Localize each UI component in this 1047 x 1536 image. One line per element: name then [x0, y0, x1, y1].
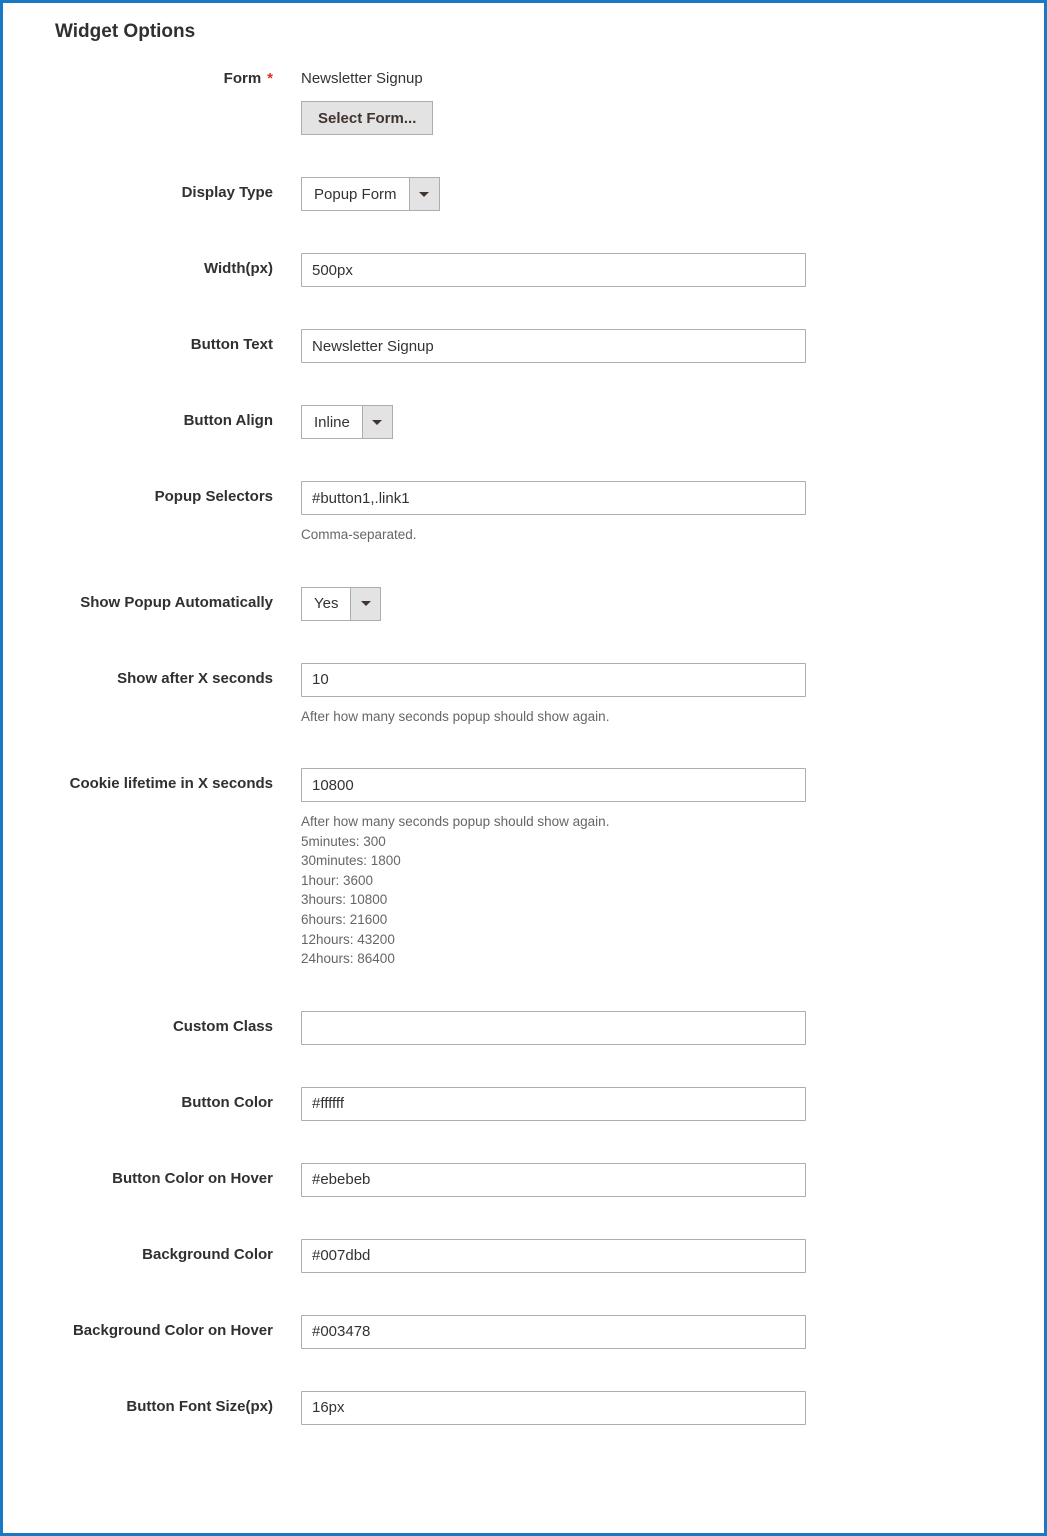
form-selected-value: Newsletter Signup: [301, 63, 992, 87]
label-button-text: Button Text: [55, 329, 301, 353]
label-button-font-size: Button Font Size(px): [55, 1391, 301, 1415]
row-width: Width(px): [55, 253, 992, 287]
show-auto-value: Yes: [302, 588, 350, 620]
row-button-align: Button Align Inline: [55, 405, 992, 439]
button-color-hover-input[interactable]: [301, 1163, 806, 1197]
row-background-color-hover: Background Color on Hover: [55, 1315, 992, 1349]
label-button-color-hover: Button Color on Hover: [55, 1163, 301, 1187]
cookie-lifetime-help: After how many seconds popup should show…: [301, 812, 992, 969]
row-custom-class: Custom Class: [55, 1011, 992, 1045]
row-display-type: Display Type Popup Form: [55, 177, 992, 211]
label-width: Width(px): [55, 253, 301, 277]
label-button-align: Button Align: [55, 405, 301, 429]
required-indicator: *: [267, 70, 273, 87]
row-form-button: Select Form...: [55, 101, 992, 135]
row-button-color-hover: Button Color on Hover: [55, 1163, 992, 1197]
label-background-color-hover: Background Color on Hover: [55, 1315, 301, 1339]
label-background-color: Background Color: [55, 1239, 301, 1263]
row-background-color: Background Color: [55, 1239, 992, 1273]
row-cookie-lifetime: Cookie lifetime in X seconds After how m…: [55, 768, 992, 969]
label-popup-selectors: Popup Selectors: [55, 481, 301, 505]
label-show-auto: Show Popup Automatically: [55, 587, 301, 611]
label-show-after: Show after X seconds: [55, 663, 301, 687]
select-form-button[interactable]: Select Form...: [301, 101, 433, 135]
button-align-select[interactable]: Inline: [301, 405, 393, 439]
popup-selectors-help: Comma-separated.: [301, 525, 992, 545]
show-auto-select[interactable]: Yes: [301, 587, 381, 621]
popup-selectors-input[interactable]: [301, 481, 806, 515]
chevron-down-icon: [409, 178, 439, 210]
display-type-value: Popup Form: [302, 178, 409, 210]
chevron-down-icon: [350, 588, 380, 620]
row-button-font-size: Button Font Size(px): [55, 1391, 992, 1425]
chevron-down-icon: [362, 406, 392, 438]
label-button-color: Button Color: [55, 1087, 301, 1111]
button-text-input[interactable]: [301, 329, 806, 363]
row-button-text: Button Text: [55, 329, 992, 363]
show-after-help: After how many seconds popup should show…: [301, 707, 992, 727]
label-cookie-lifetime: Cookie lifetime in X seconds: [55, 768, 301, 792]
widget-options-panel: Widget Options Form* Newsletter Signup S…: [0, 0, 1047, 1536]
button-font-size-input[interactable]: [301, 1391, 806, 1425]
background-color-input[interactable]: [301, 1239, 806, 1273]
label-form: Form*: [55, 63, 301, 87]
custom-class-input[interactable]: [301, 1011, 806, 1045]
label-display-type: Display Type: [55, 177, 301, 201]
button-color-input[interactable]: [301, 1087, 806, 1121]
width-input[interactable]: [301, 253, 806, 287]
background-color-hover-input[interactable]: [301, 1315, 806, 1349]
show-after-input[interactable]: [301, 663, 806, 697]
button-align-value: Inline: [302, 406, 362, 438]
section-title: Widget Options: [55, 21, 992, 43]
label-custom-class: Custom Class: [55, 1011, 301, 1035]
display-type-select[interactable]: Popup Form: [301, 177, 440, 211]
row-form: Form* Newsletter Signup: [55, 63, 992, 87]
row-button-color: Button Color: [55, 1087, 992, 1121]
row-popup-selectors: Popup Selectors Comma-separated.: [55, 481, 992, 545]
cookie-lifetime-input[interactable]: [301, 768, 806, 802]
row-show-auto: Show Popup Automatically Yes: [55, 587, 992, 621]
row-show-after: Show after X seconds After how many seco…: [55, 663, 992, 727]
